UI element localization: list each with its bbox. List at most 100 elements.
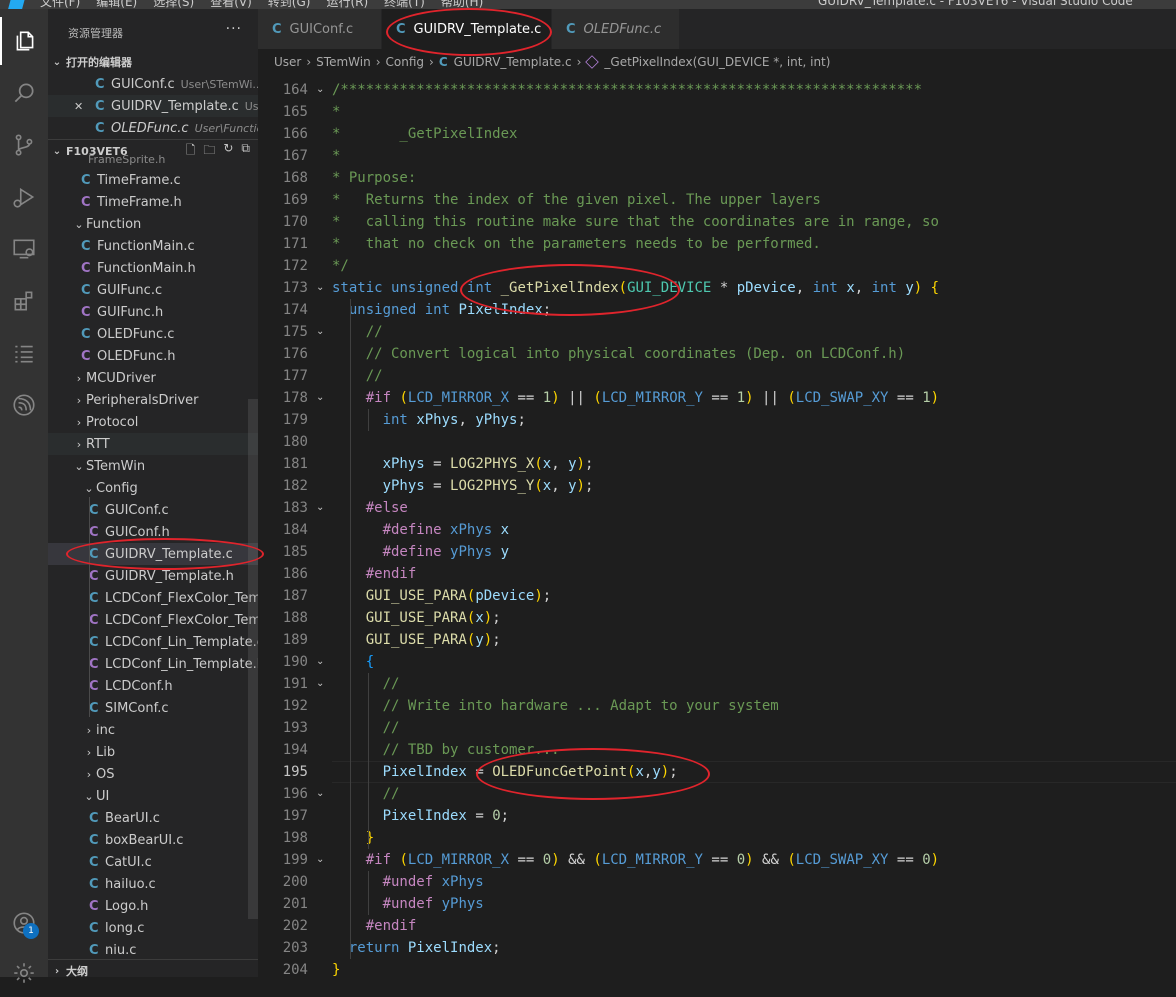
code-line[interactable]: #endif bbox=[332, 563, 417, 585]
code-line[interactable]: #undef xPhys bbox=[332, 871, 484, 893]
tab-guiconf[interactable]: C GUIConf.c bbox=[258, 9, 382, 49]
list-icon[interactable] bbox=[0, 329, 48, 377]
fold-chevron-icon[interactable]: ⌄ bbox=[316, 277, 328, 299]
fold-chevron-icon[interactable]: ⌄ bbox=[316, 79, 328, 101]
fold-chevron-icon[interactable]: ⌄ bbox=[316, 387, 328, 409]
close-icon[interactable]: ✕ bbox=[74, 100, 95, 113]
tree-file[interactable]: Chailuo.c bbox=[48, 873, 258, 895]
tree-folder[interactable]: › RTT bbox=[48, 433, 258, 455]
code-line[interactable]: * that no check on the parameters needs … bbox=[332, 233, 821, 255]
tree-file[interactable]: C FunctionMain.h bbox=[48, 257, 258, 279]
tree-file[interactable]: C CatUI.c bbox=[48, 851, 258, 873]
code-line[interactable]: * _GetPixelIndex bbox=[332, 123, 517, 145]
code-line[interactable]: PixelIndex = 0; bbox=[332, 805, 509, 827]
tree-folder[interactable]: ⌄ STemWin bbox=[48, 455, 258, 477]
breadcrumb-user[interactable]: User bbox=[274, 55, 301, 69]
code-line[interactable]: * Returns the index of the given pixel. … bbox=[332, 189, 821, 211]
code-line[interactable]: * bbox=[332, 145, 340, 167]
code-line[interactable]: * Purpose: bbox=[332, 167, 416, 189]
tree-file[interactable]: C GUIDRV_Template.c bbox=[48, 543, 258, 565]
code-line[interactable]: // bbox=[332, 673, 400, 695]
code-line[interactable]: { bbox=[332, 651, 374, 673]
tree-folder[interactable]: › MCUDriver bbox=[48, 367, 258, 389]
tree-folder[interactable]: › OS bbox=[48, 763, 258, 785]
menu-file[interactable]: 文件(F) bbox=[40, 0, 80, 9]
fold-chevron-icon[interactable]: ⌄ bbox=[316, 783, 328, 805]
code-line[interactable]: #define xPhys x bbox=[332, 519, 509, 541]
menu-go[interactable]: 转到(G) bbox=[268, 0, 311, 9]
tree-file[interactable]: C TimeFrame.h bbox=[48, 191, 258, 213]
tree-file[interactable]: C GUIFunc.h bbox=[48, 301, 258, 323]
tab-oledfunc[interactable]: C OLEDFunc.c bbox=[552, 9, 680, 49]
tree-folder[interactable]: › inc bbox=[48, 719, 258, 741]
code-line[interactable]: GUI_USE_PARA(y); bbox=[332, 629, 501, 651]
code-line[interactable]: // Convert logical into physical coordin… bbox=[332, 343, 905, 365]
tree-file[interactable]: C Logo.h bbox=[48, 895, 258, 917]
code-line[interactable]: * calling this routine make sure that th… bbox=[332, 211, 939, 233]
code-line[interactable]: unsigned int PixelIndex; bbox=[332, 299, 551, 321]
tree-file[interactable]: C GUIFunc.c bbox=[48, 279, 258, 301]
code-line[interactable]: #else bbox=[332, 497, 408, 519]
menu-run[interactable]: 运行(R) bbox=[326, 0, 368, 9]
open-editor-item[interactable]: C OLEDFunc.c User\Function bbox=[48, 117, 258, 139]
code-line[interactable]: /***************************************… bbox=[332, 79, 922, 101]
tree-file[interactable]: C LCDConf.h bbox=[48, 675, 258, 697]
tree-folder[interactable]: ⌄ Config bbox=[48, 477, 258, 499]
code-line[interactable]: xPhys = LOG2PHYS_X(x, y); bbox=[332, 453, 594, 475]
code-line[interactable]: */ bbox=[332, 255, 349, 277]
menu-terminal[interactable]: 终端(T) bbox=[384, 0, 425, 9]
tree-folder[interactable]: › Lib bbox=[48, 741, 258, 763]
open-editors-header[interactable]: ⌄ 打开的编辑器 bbox=[48, 51, 258, 73]
breadcrumb-file[interactable]: GUIDRV_Template.c bbox=[454, 55, 572, 69]
code-line[interactable]: #undef yPhys bbox=[332, 893, 484, 915]
tree-folder[interactable]: ⌄ UI bbox=[48, 785, 258, 807]
explorer-icon[interactable] bbox=[0, 17, 48, 65]
menu-help[interactable]: 帮助(H) bbox=[441, 0, 483, 9]
more-actions-button[interactable]: ··· bbox=[226, 21, 242, 37]
tab-guidrv-template[interactable]: C GUIDRV_Template.c ✕ bbox=[382, 9, 563, 49]
code-editor[interactable]: 164 ⌄ 165 166 167 168 169 170 171 172 173 ⌄ 174 175 ⌄ 1… bbox=[258, 75, 1176, 977]
code-line[interactable]: } bbox=[332, 959, 340, 977]
tree-file[interactable]: C LCDConf_Lin_Template.c bbox=[48, 631, 258, 653]
tree-file[interactable]: C SIMConf.c bbox=[48, 697, 258, 719]
tree-file[interactable]: C FunctionMain.c bbox=[48, 235, 258, 257]
open-editor-item[interactable]: C GUIConf.c User\STemWi... bbox=[48, 73, 258, 95]
code-line[interactable]: // bbox=[332, 321, 383, 343]
code-line[interactable]: #if (LCD_MIRROR_X == 1) || (LCD_MIRROR_Y… bbox=[332, 387, 939, 409]
fold-chevron-icon[interactable]: ⌄ bbox=[316, 497, 328, 519]
code-line[interactable]: static unsigned int _GetPixelIndex(GUI_D… bbox=[332, 277, 939, 299]
code-line[interactable]: GUI_USE_PARA(pDevice); bbox=[332, 585, 551, 607]
fold-chevron-icon[interactable]: ⌄ bbox=[316, 321, 328, 343]
menu-view[interactable]: 查看(V) bbox=[210, 0, 252, 9]
tree-file[interactable]: C GUIDRV_Template.h bbox=[48, 565, 258, 587]
tree-file[interactable]: C TimeFrame.c bbox=[48, 169, 258, 191]
search-icon[interactable] bbox=[0, 69, 48, 117]
fold-chevron-icon[interactable]: ⌄ bbox=[316, 673, 328, 695]
code-line[interactable]: yPhys = LOG2PHYS_Y(x, y); bbox=[332, 475, 594, 497]
code-line[interactable]: int xPhys, yPhys; bbox=[332, 409, 526, 431]
tree-file[interactable]: CboxBearUI.c bbox=[48, 829, 258, 851]
outline-header[interactable]: › 大纲 bbox=[48, 959, 258, 977]
tree-file[interactable]: C GUIConf.h bbox=[48, 521, 258, 543]
open-editor-item[interactable]: ✕ C GUIDRV_Template.c Us... bbox=[48, 95, 258, 117]
run-debug-icon[interactable] bbox=[0, 173, 48, 221]
code-line[interactable]: // bbox=[332, 365, 383, 387]
tree-file[interactable]: C GUIConf.c bbox=[48, 499, 258, 521]
menu-edit[interactable]: 编辑(E) bbox=[96, 0, 137, 9]
sidebar-scrollbar[interactable] bbox=[248, 399, 258, 919]
code-line[interactable]: // bbox=[332, 717, 400, 739]
code-line[interactable]: // Write into hardware ... Adapt to your… bbox=[332, 695, 779, 717]
code-line[interactable]: #define yPhys y bbox=[332, 541, 509, 563]
tree-file[interactable]: Cniu.c bbox=[48, 939, 258, 961]
tree-file[interactable]: C OLEDFunc.h bbox=[48, 345, 258, 367]
breadcrumb-stemwin[interactable]: STemWin bbox=[316, 55, 371, 69]
source-control-icon[interactable] bbox=[0, 121, 48, 169]
tree-file[interactable]: C LCDConf_FlexColor_Tem... bbox=[48, 587, 258, 609]
tree-file[interactable]: Clong.c bbox=[48, 917, 258, 939]
code-line[interactable]: * bbox=[332, 101, 340, 123]
code-line[interactable]: return PixelIndex; bbox=[332, 937, 501, 959]
account-icon[interactable]: 1 bbox=[0, 899, 48, 947]
espidf-icon[interactable] bbox=[0, 381, 48, 429]
fold-chevron-icon[interactable]: ⌄ bbox=[316, 849, 328, 871]
breadcrumb-symbol[interactable]: _GetPixelIndex(GUI_DEVICE *, int, int) bbox=[604, 55, 830, 69]
